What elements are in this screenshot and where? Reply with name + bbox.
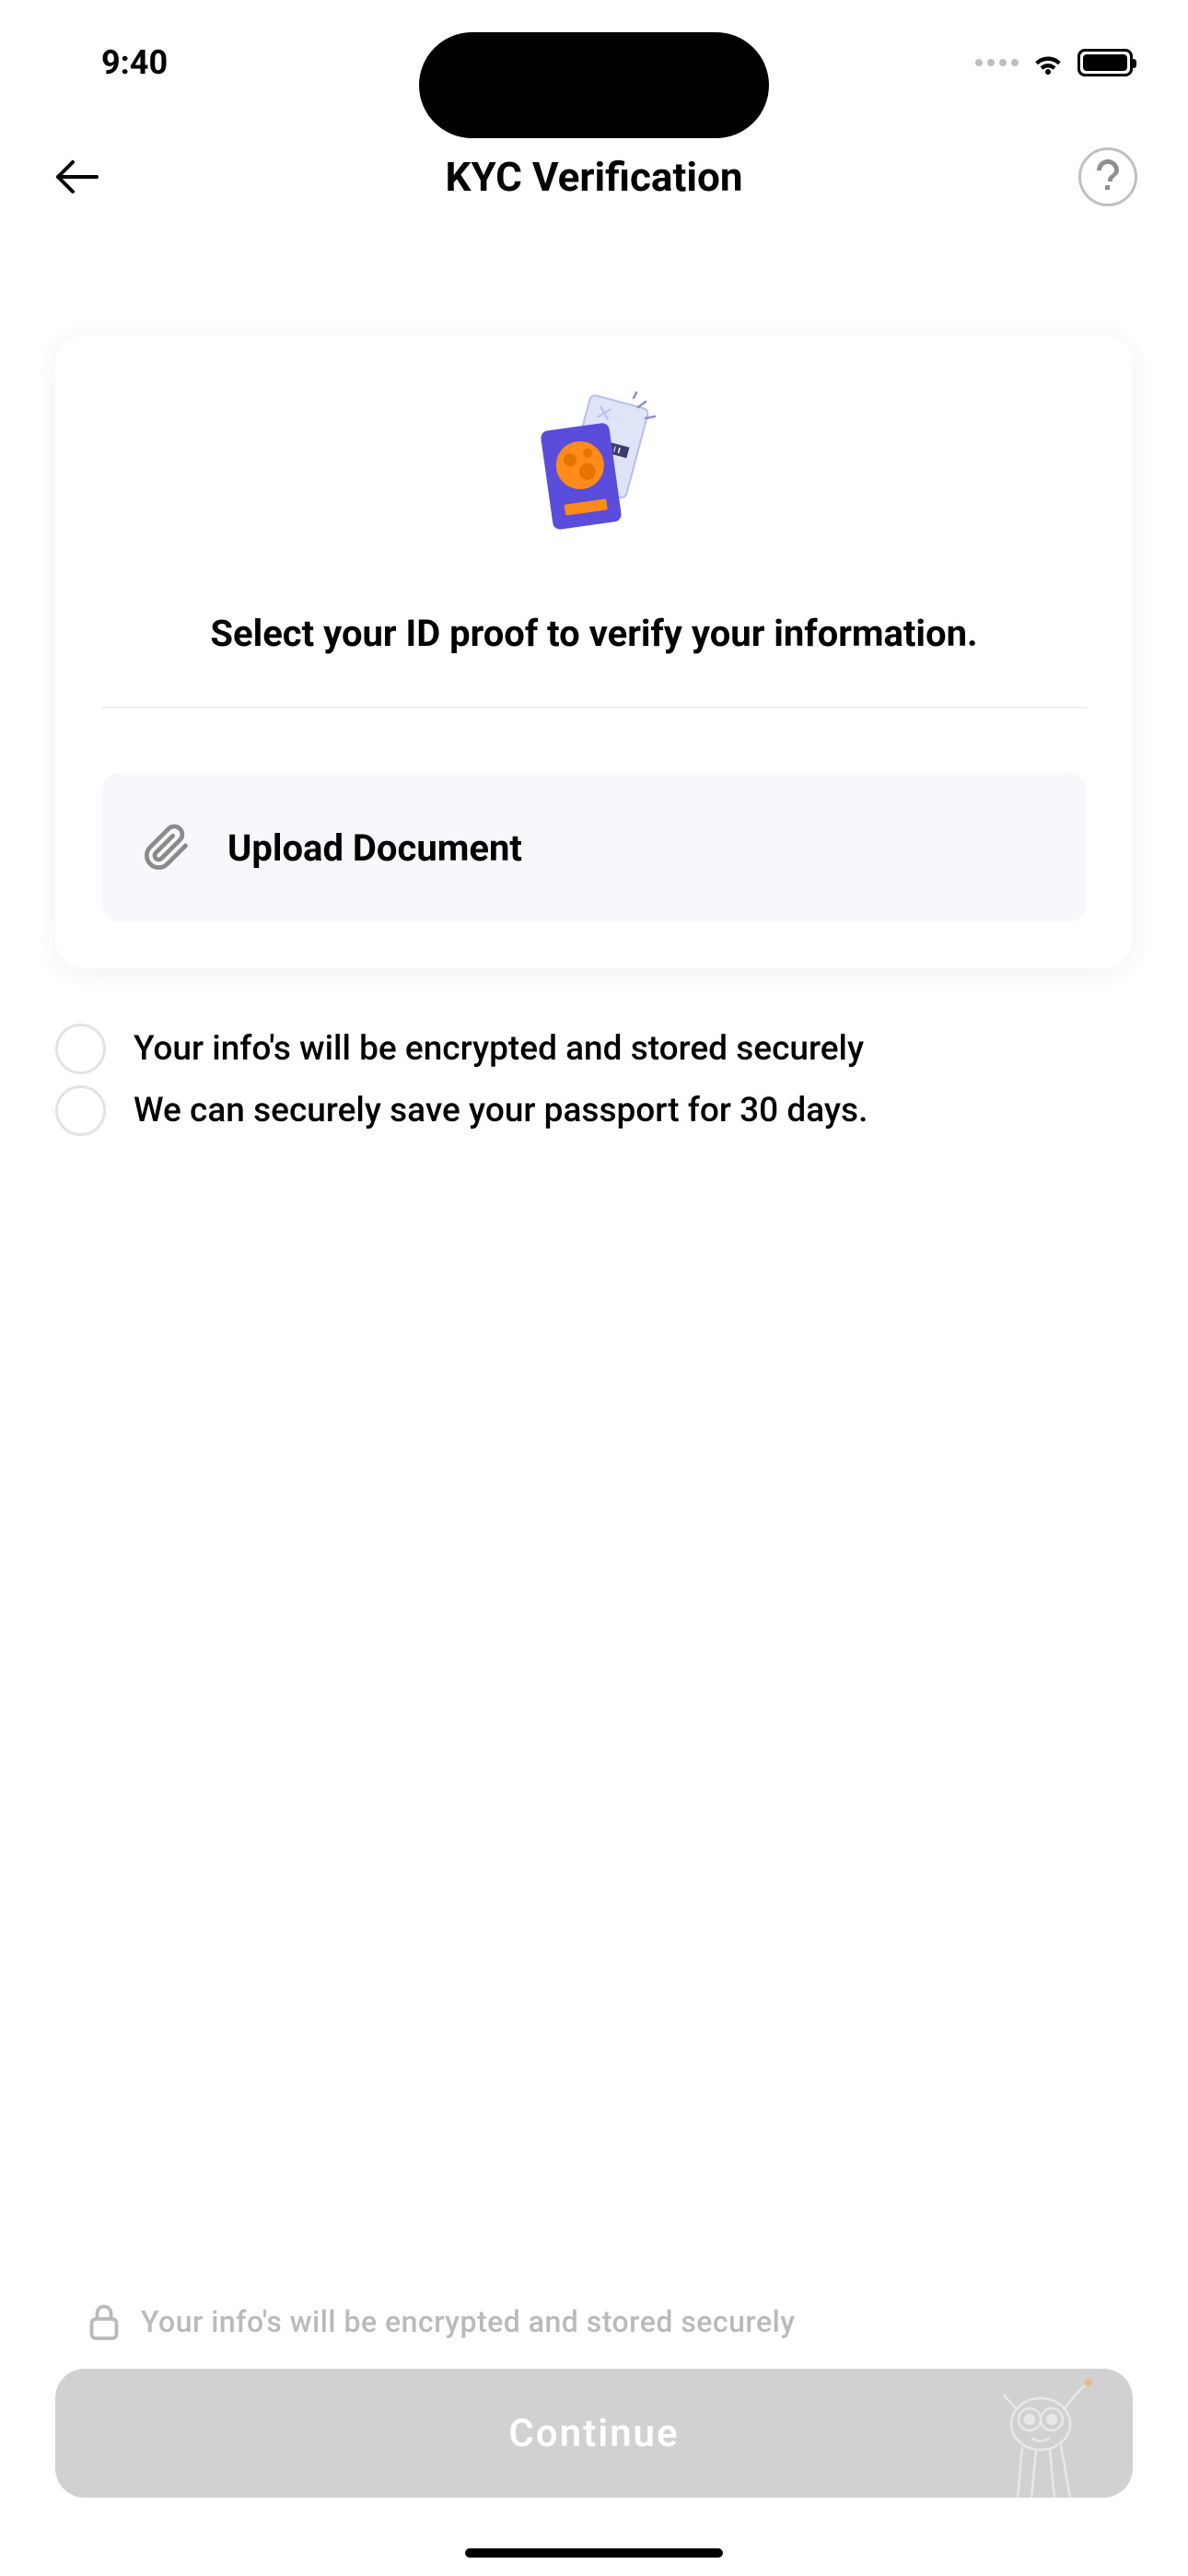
card-title: Select your ID proof to verify your info… (101, 607, 1087, 708)
bullet-circle-icon (55, 1024, 106, 1074)
continue-button[interactable]: Continue (55, 2369, 1133, 2498)
upload-document-label: Upload Document (227, 826, 522, 870)
upload-document-button[interactable]: Upload Document (101, 773, 1087, 922)
help-button[interactable] (1078, 147, 1137, 206)
page-title: KYC Verification (446, 153, 743, 201)
battery-icon (1077, 49, 1133, 76)
dynamic-island (419, 32, 769, 138)
lock-icon (87, 2302, 121, 2341)
footer: Your info's will be encrypted and stored… (0, 2302, 1188, 2576)
continue-label: Continue (508, 2411, 679, 2456)
info-item: We can securely save your passport for 3… (55, 1085, 1133, 1136)
documents-illustration-icon (528, 391, 661, 552)
security-note-text: Your info's will be encrypted and stored… (141, 2304, 795, 2339)
cellular-signal-icon (975, 59, 1019, 66)
paperclip-icon (143, 824, 191, 872)
info-text: Your info's will be encrypted and stored… (134, 1029, 864, 1069)
verification-card: Select your ID proof to verify your info… (55, 335, 1133, 968)
back-button[interactable] (51, 152, 101, 203)
back-arrow-icon (54, 158, 99, 195)
info-text: We can securely save your passport for 3… (134, 1091, 868, 1130)
status-icons (975, 49, 1133, 76)
wifi-icon (1031, 50, 1065, 75)
home-indicator[interactable] (465, 2548, 723, 2558)
security-note: Your info's will be encrypted and stored… (55, 2302, 1133, 2341)
info-list: Your info's will be encrypted and stored… (55, 1024, 1133, 1136)
question-mark-icon (1097, 159, 1119, 194)
status-bar: 9:40 (0, 0, 1188, 111)
status-time: 9:40 (55, 43, 168, 82)
mascot-icon (985, 2369, 1114, 2498)
bullet-circle-icon (55, 1085, 106, 1136)
info-item: Your info's will be encrypted and stored… (55, 1024, 1133, 1074)
